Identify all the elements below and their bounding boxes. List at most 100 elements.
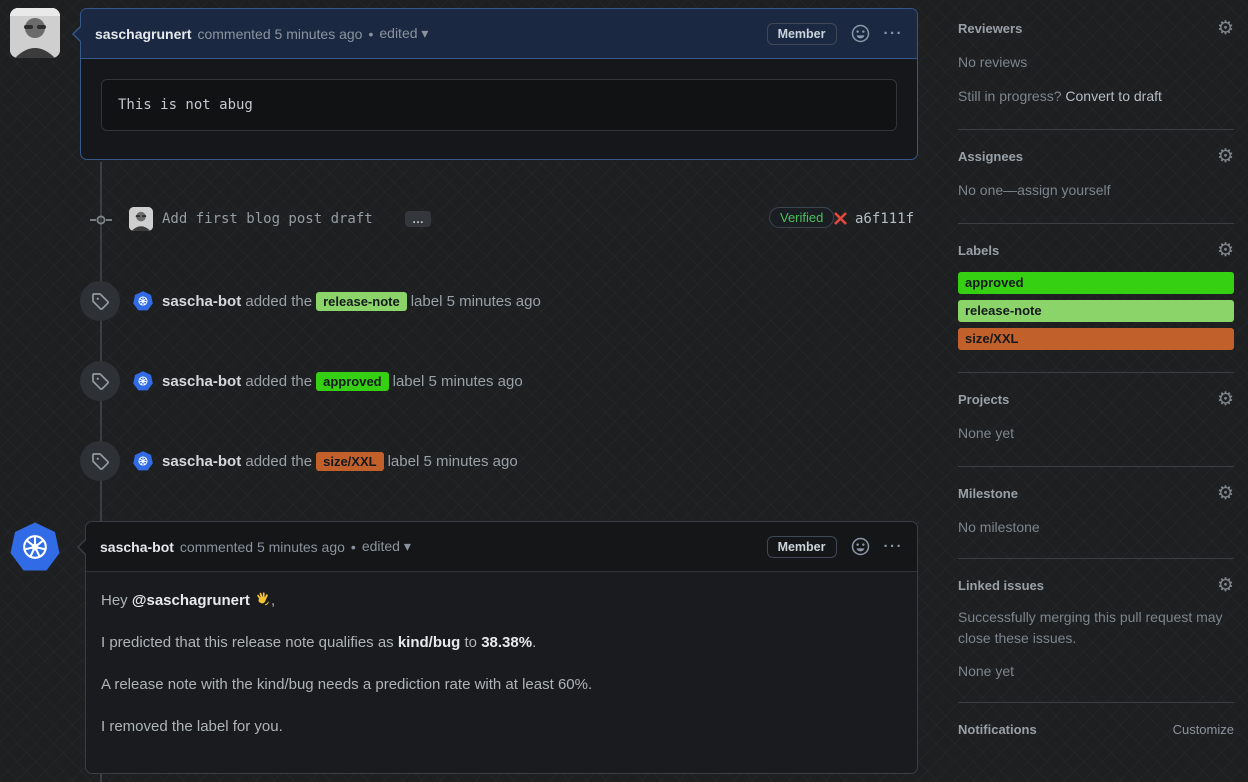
label-event-row: sascha-bot added the size/XXL label 5 minu… [80, 440, 918, 482]
draft-prompt-text: Still in progress? [958, 88, 1066, 104]
comment-timestamp[interactable]: commented 5 minutes ago [180, 539, 345, 555]
gear-icon[interactable]: ⚙ [1217, 390, 1234, 409]
requirement-paragraph: A release note with the kind/bug needs a… [101, 676, 593, 693]
comment-header: sascha-bot commented 5 minutes ago • edi… [77, 522, 917, 572]
gear-icon[interactable]: ⚙ [1217, 19, 1234, 38]
edited-dropdown[interactable]: edited ▾ [379, 25, 428, 42]
sidebar: Reviewers ⚙ No reviews Still in progress?… [958, 19, 1234, 737]
comment-caret [77, 538, 86, 556]
gear-icon[interactable]: ⚙ [1217, 576, 1234, 595]
meta-dot: • [368, 25, 374, 42]
tag-icon [92, 373, 109, 390]
gear-icon[interactable]: ⚙ [1217, 241, 1234, 260]
assignees-section: Assignees ⚙ No one—assign yourself [958, 147, 1234, 224]
sidebar-label-size-xxl[interactable]: size/XXL [958, 328, 1234, 350]
smiley-icon [851, 537, 869, 556]
code-block: This is not abug [101, 79, 897, 131]
comment-body: This is not abug [81, 59, 917, 151]
reviewers-section: Reviewers ⚙ No reviews Still in progress?… [958, 19, 1234, 130]
event-text: sascha-bot added the size/XXL label 5 minu… [162, 451, 518, 471]
person-photo-icon [129, 207, 153, 231]
kebab-menu-icon[interactable]: ··· [884, 538, 904, 555]
gear-icon[interactable]: ⚙ [1217, 147, 1234, 166]
chevron-down-icon: ▾ [403, 538, 411, 554]
smiley-icon [851, 24, 869, 43]
waving-hand-emoji [257, 592, 269, 606]
convert-to-draft-link[interactable]: Convert to draft [1065, 88, 1162, 104]
milestone-section: Milestone ⚙ No milestone [958, 484, 1234, 559]
kubernetes-wheel-icon [23, 535, 47, 559]
assignees-empty-text: No one— [958, 182, 1018, 198]
mention-link[interactable]: @saschagrunert [132, 592, 250, 609]
event-actor-link[interactable]: sascha-bot [162, 373, 241, 390]
comment-saschagrunert: saschagrunert commented 5 minutes ago • … [72, 8, 918, 160]
meta-dot: • [350, 538, 356, 555]
chevron-down-icon: ▾ [421, 25, 429, 41]
event-text: sascha-bot added the release-note label 5 … [162, 291, 541, 311]
comment-timestamp[interactable]: commented 5 minutes ago [197, 26, 362, 42]
gear-icon[interactable]: ⚙ [1217, 484, 1234, 503]
event-text: sascha-bot added the approved label 5 minu… [162, 371, 523, 391]
person-photo-icon [10, 8, 60, 58]
milestone-empty-text: No milestone [958, 519, 1040, 535]
avatar-saschagrunert[interactable] [10, 8, 60, 58]
comment-author-link[interactable]: saschagrunert [95, 26, 191, 42]
assign-yourself-link[interactable]: assign yourself [1017, 182, 1110, 198]
customize-link[interactable]: Customize [1173, 722, 1234, 737]
comment-body: Hey @saschagrunert , I predicted that th… [86, 572, 917, 776]
emoji-reaction-button[interactable] [851, 24, 870, 43]
sidebar-label-release-note[interactable]: release-note [958, 300, 1234, 322]
bot-avatar[interactable] [133, 291, 153, 311]
linked-issues-desc: Successfully merging this pull request m… [958, 609, 1223, 646]
event-actor-link[interactable]: sascha-bot [162, 453, 241, 470]
notifications-title: Notifications [958, 722, 1037, 737]
reviewers-title: Reviewers [958, 21, 1023, 36]
label-event-row: sascha-bot added the approved label 5 minu… [80, 360, 918, 402]
label-chip[interactable]: release-note [316, 291, 407, 311]
avatar-sascha-bot[interactable] [10, 522, 60, 571]
verified-badge[interactable]: Verified [769, 207, 835, 228]
linked-issues-empty-text: None yet [958, 663, 1015, 679]
notifications-section: Notifications Customize [958, 722, 1234, 737]
edited-dropdown[interactable]: edited ▾ [362, 538, 411, 555]
removal-paragraph: I removed the label for you. [101, 718, 283, 735]
reviewers-empty-text: No reviews [958, 54, 1028, 70]
event-actor-link[interactable]: sascha-bot [162, 293, 241, 310]
bot-avatar[interactable] [133, 371, 153, 391]
commit-author-avatar[interactable] [129, 207, 153, 231]
bot-avatar[interactable] [133, 451, 153, 471]
git-commit-icon [90, 215, 112, 225]
tag-icon [92, 293, 109, 310]
commit-event-row: Add first blog post draft … Verified a6f… [80, 204, 918, 236]
commit-sha-link[interactable]: a6f111f [855, 211, 914, 227]
kebab-menu-icon[interactable]: ··· [884, 25, 904, 42]
projects-section: Projects ⚙ None yet [958, 390, 1234, 467]
prediction-paragraph: I predicted that this release note quali… [101, 634, 537, 651]
comment-caret [72, 25, 81, 43]
commit-expand-button[interactable]: … [405, 211, 431, 227]
kubernetes-wheel-icon [138, 456, 148, 466]
linked-issues-section: Linked issues ⚙ Successfully merging this… [958, 576, 1234, 703]
greeting-paragraph: Hey @saschagrunert , [101, 592, 276, 609]
tag-event-circle [80, 441, 120, 481]
tag-event-circle [80, 361, 120, 401]
comment-header: saschagrunert commented 5 minutes ago • … [72, 9, 917, 59]
assignees-title: Assignees [958, 149, 1024, 164]
sidebar-label-approved[interactable]: approved [958, 272, 1234, 294]
kubernetes-wheel-icon [138, 376, 148, 386]
x-failed-status-icon[interactable] [833, 211, 848, 226]
member-badge[interactable]: Member [766, 535, 837, 558]
tag-event-circle [80, 281, 120, 321]
label-chip[interactable]: approved [316, 371, 389, 391]
emoji-reaction-button[interactable] [851, 537, 870, 556]
tag-icon [92, 453, 109, 470]
comment-sascha-bot: sascha-bot commented 5 minutes ago • edi… [77, 521, 918, 776]
member-badge[interactable]: Member [766, 22, 837, 45]
projects-title: Projects [958, 392, 1010, 407]
comment-author-link[interactable]: sascha-bot [100, 539, 174, 555]
labels-title: Labels [958, 243, 1000, 258]
label-chip[interactable]: size/XXL [316, 451, 384, 471]
projects-empty-text: None yet [958, 425, 1015, 441]
commit-message-link[interactable]: Add first blog post draft [162, 211, 373, 227]
milestone-title: Milestone [958, 486, 1018, 501]
